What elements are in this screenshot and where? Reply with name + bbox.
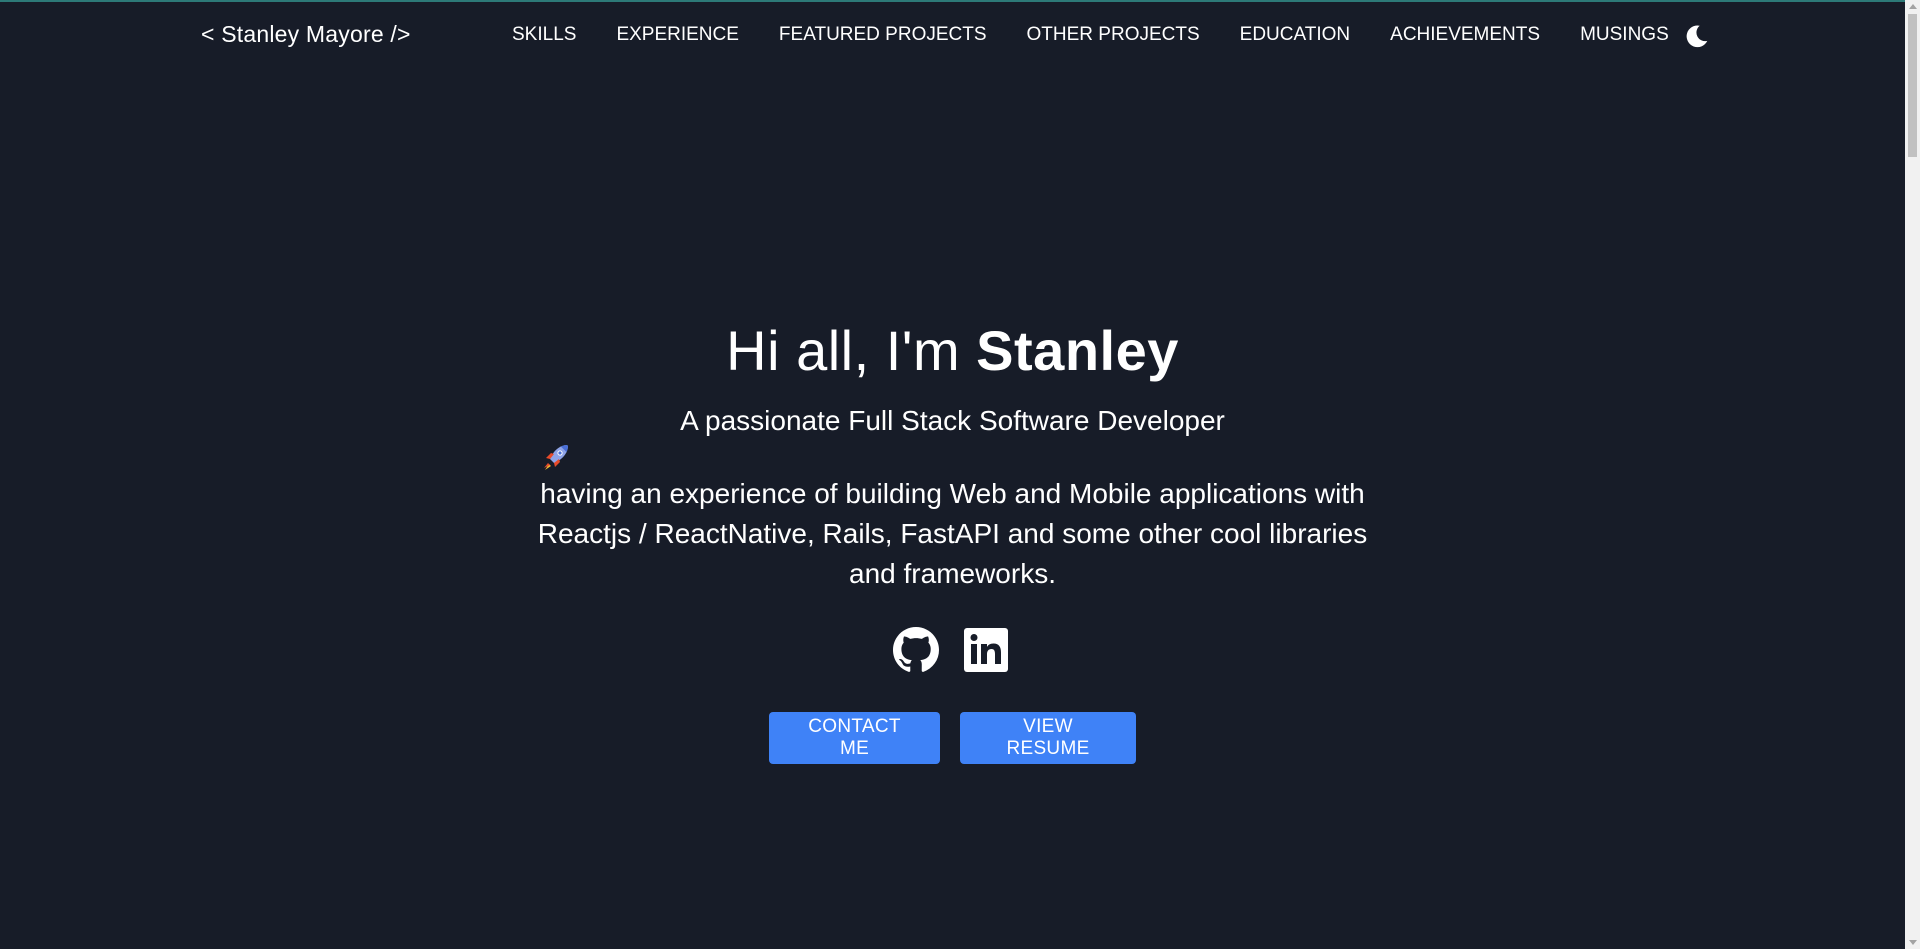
social-links (893, 627, 1009, 673)
view-resume-button[interactable]: VIEW RESUME (960, 712, 1136, 764)
greeting-prefix: Hi all, I'm (726, 319, 977, 382)
scrollbar-thumb[interactable] (1908, 14, 1917, 157)
hero-buttons: CONTACT ME VIEW RESUME (769, 712, 1136, 764)
greeting-name: Stanley (976, 319, 1179, 382)
hero-description: having an experience of building Web and… (537, 478, 1368, 589)
hero-subtitle: A passionate Full Stack Software Develop… (680, 405, 1225, 436)
scrollbar[interactable] (1905, 0, 1920, 949)
contact-me-button[interactable]: CONTACT ME (769, 712, 940, 764)
linkedin-icon[interactable] (963, 627, 1009, 673)
rocket-icon (540, 441, 572, 473)
hero-greeting: Hi all, I'm Stanley (0, 318, 1905, 383)
scroll-down-arrow-icon[interactable] (1909, 940, 1917, 945)
github-icon[interactable] (893, 627, 939, 673)
hero-section: Hi all, I'm Stanley A passionate Full St… (0, 0, 1905, 949)
scroll-up-arrow-icon[interactable] (1909, 4, 1917, 9)
